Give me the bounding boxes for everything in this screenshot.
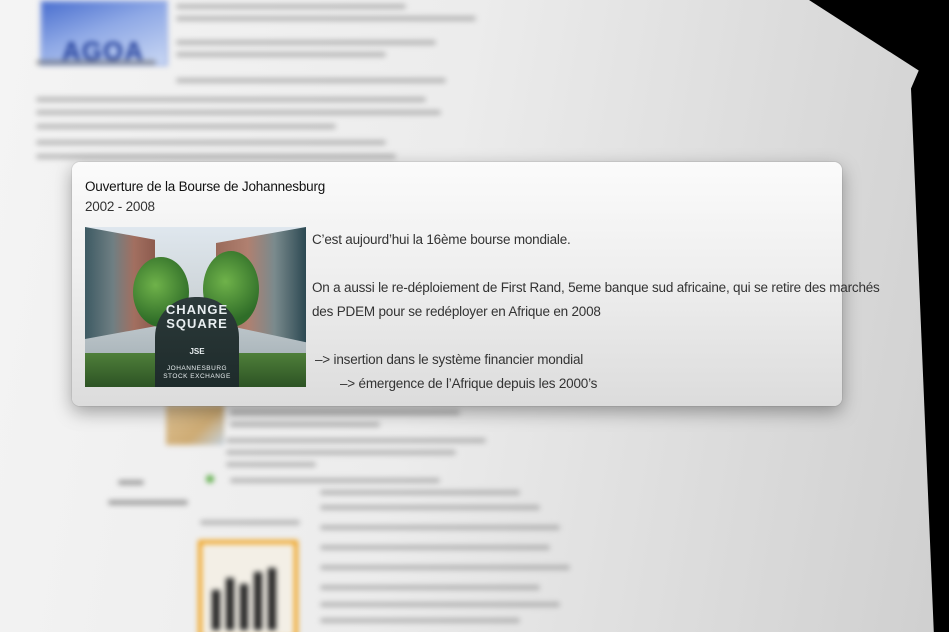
sign-text: CHANGE SQUARE [165,302,229,331]
blurred-bullet-icon [206,475,214,483]
blurred-text-line [36,60,156,65]
blurred-text-line [230,410,460,415]
blurred-text-line [320,565,570,570]
agoa-logo: AGOA [40,0,168,66]
blurred-text-line [36,154,396,159]
event-popup[interactable]: Ouverture de la Bourse de Johannesburg 2… [72,162,880,406]
blurred-text-line [176,4,406,9]
body-line: C’est aujourd’hui la 16ème bourse mondia… [312,232,571,247]
blurred-text-line [320,525,560,530]
blurred-text-line [176,40,436,45]
blurred-text-line [118,480,144,485]
blurred-text-line [230,422,380,427]
chart-bar [226,578,234,630]
blurred-text-line [176,16,476,21]
jse-building-photo: CHANGE SQUARE JSE JOHANNESBURG STOCK EXC… [85,227,306,387]
chart-bar [254,572,262,630]
blurred-text-line [226,462,316,467]
blurred-text-line [226,450,456,455]
blurred-text-line [176,78,446,83]
blurred-map-image [166,405,224,445]
chart-bar [212,590,220,630]
blurred-chart-image [198,540,298,632]
blurred-text-line [200,520,300,525]
blurred-text-line [36,140,386,145]
blurred-text-line [320,505,540,510]
popup-dates: 2002 - 2008 [85,199,155,214]
blurred-text-line [36,110,441,115]
blurred-text-line [320,545,550,550]
body-line: –> émergence de l’Afrique depuis les 200… [340,376,598,391]
blurred-text-line [226,438,486,443]
popup-title: Ouverture de la Bourse de Johannesburg [85,179,326,194]
chart-bar [240,584,248,630]
body-line: des PDEM pour se redéployer en Afrique e… [312,304,601,319]
chart-bar [268,568,276,630]
blurred-text-line [36,124,336,129]
blurred-text-line [230,478,440,483]
jse-logo: JSE [189,347,205,356]
blurred-text-line [320,585,540,590]
body-line: –> insertion dans le système financier m… [315,352,584,367]
body-line: On a aussi le re-déploiement de First Ra… [312,280,880,295]
blurred-text-line [176,52,386,57]
blurred-text-line [36,97,426,102]
blurred-text-line [320,602,560,607]
jse-caption: JOHANNESBURG STOCK EXCHANGE [163,365,231,380]
blurred-text-line [108,500,188,505]
blurred-text-line [320,490,520,495]
blurred-text-line [320,618,520,623]
